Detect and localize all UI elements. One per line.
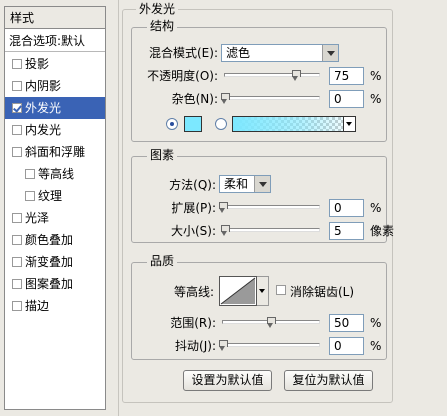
spread-input[interactable]: 0 (329, 199, 364, 217)
style-item[interactable]: 颜色叠加 (5, 229, 105, 251)
noise-slider-thumb[interactable] (221, 93, 230, 104)
opacity-slider-track[interactable] (224, 73, 320, 77)
antialias-checkbox[interactable] (276, 285, 286, 295)
noise-label: 杂色(N): (171, 92, 218, 106)
size-label: 大小(S): (170, 224, 216, 238)
style-checkbox[interactable] (25, 191, 35, 201)
spread-slider-thumb[interactable] (219, 202, 228, 213)
style-checkbox[interactable] (12, 147, 22, 157)
style-item-label: 斜面和浮雕 (25, 145, 86, 159)
noise-input[interactable]: 0 (329, 90, 364, 108)
spread-label: 扩展(P): (171, 201, 216, 215)
jitter-slider-track[interactable] (222, 343, 320, 347)
styles-list: 样式 混合选项:默认 投影内阴影外发光内发光斜面和浮雕等高线纹理光泽颜色叠加渐变… (4, 6, 106, 410)
style-item-label: 内发光 (25, 123, 62, 137)
style-item[interactable]: 外发光 (5, 97, 105, 119)
style-checkbox[interactable] (25, 169, 35, 179)
style-checkbox[interactable] (12, 59, 22, 69)
style-item[interactable]: 描边 (5, 295, 105, 317)
noise-unit: % (370, 92, 382, 106)
chevron-down-icon (254, 176, 270, 192)
opacity-slider-thumb[interactable] (291, 70, 301, 81)
style-item-label: 光泽 (25, 211, 50, 225)
spread-slider-track[interactable] (222, 205, 320, 209)
style-checkbox[interactable] (12, 279, 22, 289)
style-checkbox[interactable] (12, 81, 22, 91)
size-slider-thumb[interactable] (220, 225, 230, 236)
elements-title: 图素 (147, 148, 178, 162)
panel-divider (118, 0, 119, 416)
style-checkbox[interactable] (12, 235, 22, 245)
contour-dropdown[interactable] (257, 276, 269, 306)
style-item-label: 纹理 (38, 189, 63, 203)
style-item[interactable]: 纹理 (5, 185, 105, 207)
style-item-label: 内阴影 (25, 79, 62, 93)
outer-glow-title: 外发光 (136, 2, 179, 16)
contour-label: 等高线: (173, 285, 214, 299)
blend-mode-label: 混合模式(E): (149, 46, 218, 60)
range-label: 范围(R): (170, 316, 216, 330)
blend-mode-value: 滤色 (226, 46, 251, 60)
opacity-unit: % (370, 69, 382, 83)
contour-picker[interactable] (219, 276, 257, 306)
style-item[interactable]: 图案叠加 (5, 273, 105, 295)
range-slider-thumb[interactable] (267, 317, 276, 328)
chevron-down-icon (322, 45, 338, 61)
spread-unit: % (370, 201, 382, 215)
style-item-label: 颜色叠加 (25, 233, 74, 247)
style-item[interactable]: 等高线 (5, 163, 105, 185)
range-input[interactable]: 50 (329, 314, 364, 332)
style-item[interactable]: 内阴影 (5, 75, 105, 97)
style-item[interactable]: 渐变叠加 (5, 251, 105, 273)
glow-color-swatch[interactable] (184, 116, 202, 132)
jitter-input[interactable]: 0 (329, 337, 364, 355)
styles-header[interactable]: 样式 (5, 7, 105, 29)
style-item-label: 渐变叠加 (25, 255, 74, 269)
quality-title: 品质 (147, 254, 178, 268)
size-input[interactable]: 5 (329, 222, 364, 240)
jitter-unit: % (370, 339, 382, 353)
style-item-label: 描边 (25, 299, 50, 313)
blend-mode-select[interactable]: 滤色 (221, 44, 339, 62)
structure-title: 结构 (147, 19, 178, 33)
style-item-label: 外发光 (25, 101, 62, 115)
opacity-label: 不透明度(O): (147, 69, 218, 83)
opacity-input[interactable]: 75 (329, 67, 364, 85)
noise-slider-track[interactable] (224, 96, 320, 100)
blend-options-label: 混合选项:默认 (9, 34, 86, 48)
style-item[interactable]: 内发光 (5, 119, 105, 141)
method-label: 方法(Q): (169, 178, 216, 192)
style-checkbox[interactable] (12, 125, 22, 135)
style-item-label: 等高线 (38, 167, 75, 181)
style-item-label: 投影 (25, 57, 50, 71)
style-checkbox[interactable] (12, 301, 22, 311)
gradient-radio[interactable] (215, 118, 227, 130)
style-checkbox[interactable] (12, 257, 22, 267)
style-item-label: 图案叠加 (25, 277, 74, 291)
jitter-slider-thumb[interactable] (219, 340, 228, 351)
style-checkbox[interactable] (12, 103, 22, 113)
style-item[interactable]: 斜面和浮雕 (5, 141, 105, 163)
style-item[interactable]: 光泽 (5, 207, 105, 229)
method-select[interactable]: 柔和 (219, 175, 271, 193)
antialias-label: 消除锯齿(L) (290, 285, 355, 299)
reset-default-button[interactable]: 复位为默认值 (284, 370, 373, 391)
size-slider-track[interactable] (222, 228, 320, 232)
contour-linear-icon (220, 277, 256, 305)
blend-options-item[interactable]: 混合选项:默认 (5, 30, 105, 52)
range-unit: % (370, 316, 382, 330)
method-value: 柔和 (224, 177, 249, 191)
set-default-button[interactable]: 设置为默认值 (183, 370, 272, 391)
gradient-picker[interactable] (232, 116, 356, 132)
style-item[interactable]: 投影 (5, 53, 105, 75)
size-unit: 像素 (370, 224, 395, 238)
style-checkbox[interactable] (12, 213, 22, 223)
chevron-down-icon (343, 117, 355, 131)
solid-color-radio[interactable] (166, 118, 178, 130)
jitter-label: 抖动(J): (175, 339, 216, 353)
